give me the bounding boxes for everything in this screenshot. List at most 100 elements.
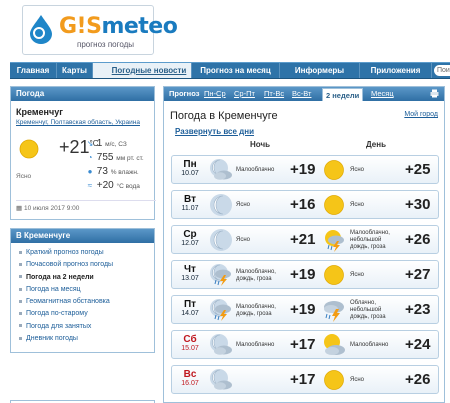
wind-stat: ↘ 1 м/с, СЗ bbox=[86, 138, 127, 149]
current-temp-value: +21 bbox=[59, 137, 90, 157]
night-temperature: +16 bbox=[290, 196, 316, 213]
humidity-stat: ● 73 % влажн. bbox=[86, 166, 139, 177]
nav-apps[interactable]: Приложения bbox=[360, 63, 432, 78]
water-unit: °С вода bbox=[116, 183, 140, 190]
page-title: Погода в Кременчуге bbox=[170, 110, 278, 122]
humidity-value: 73 bbox=[96, 166, 108, 177]
sun-icon bbox=[19, 139, 39, 159]
forecast-row[interactable]: Вс 16.07 +17 Ясно +26 bbox=[171, 365, 439, 394]
day-temperature: +27 bbox=[405, 266, 431, 283]
link-old-style[interactable]: Погода по-старому bbox=[19, 308, 154, 320]
city-links-list: Краткий прогноз погоды Почасовой прогноз… bbox=[11, 243, 154, 345]
night-condition: Малооблачно, дождь, гроза bbox=[236, 303, 276, 317]
forecast-row[interactable]: Чт 13.07 Малооблачно, дождь, гроза +19 Ясно +… bbox=[171, 260, 439, 289]
night-condition: Малооблачно bbox=[236, 167, 275, 173]
expand-all-link[interactable]: Развернуть все дни bbox=[175, 127, 254, 136]
forecast-panel: Прогноз Пн-Ср Ср-Пт Пт-Вс Вс-Вт 2 недели… bbox=[163, 86, 445, 403]
day-temperature: +26 bbox=[405, 371, 431, 388]
day-temperature: +26 bbox=[405, 231, 431, 248]
droplet-icon: ● bbox=[87, 167, 93, 176]
day-condition: Малооблачно bbox=[350, 342, 389, 348]
my-city-link[interactable]: Мой город bbox=[404, 111, 438, 118]
night-column-header: Ночь bbox=[250, 140, 271, 149]
moon-icon bbox=[210, 229, 232, 251]
forecast-row[interactable]: Сб 15.07 Малооблачно +17 Малооблачно +24 bbox=[171, 330, 439, 359]
site-logo[interactable]: G!Smeteo прогноз погоды bbox=[22, 5, 178, 55]
day-date: 15.07 bbox=[181, 345, 199, 352]
nav-weather-news[interactable]: Погодные новости bbox=[93, 63, 192, 78]
pressure-stat: ◔ 755 мм рт. ст. bbox=[86, 152, 144, 163]
forecast-tabs: Прогноз Пн-Ср Ср-Пт Пт-Вс Вс-Вт 2 недели… bbox=[164, 87, 444, 101]
water-waves-icon: ≈ bbox=[87, 181, 93, 190]
forecast-row[interactable]: Ср 12.07 Ясно +21 Малооблачно, небольшой дож… bbox=[171, 225, 439, 254]
link-hourly-forecast[interactable]: Почасовой прогноз погоды bbox=[19, 259, 154, 271]
sun-icon bbox=[324, 370, 344, 390]
sun-cloud-icon bbox=[324, 334, 345, 355]
calendar-icon: ▦ bbox=[16, 205, 23, 212]
sun-icon bbox=[324, 160, 344, 180]
nav-month-forecast[interactable]: Прогноз на месяц bbox=[192, 63, 280, 78]
tab-mon-wed[interactable]: Пн-Ср bbox=[204, 87, 226, 101]
day-condition: Малооблачно, небольшой дождь, гроза bbox=[350, 230, 390, 250]
print-icon[interactable] bbox=[430, 89, 439, 98]
day-date: 13.07 bbox=[181, 275, 199, 282]
moon-storm-icon bbox=[210, 299, 231, 321]
cloud-storm-icon bbox=[324, 301, 344, 322]
day-label: Чт 13.07 bbox=[177, 264, 203, 282]
wind-value: 1 bbox=[96, 138, 103, 149]
tab-forecast[interactable]: Прогноз bbox=[169, 87, 199, 101]
night-temperature: +19 bbox=[290, 266, 316, 283]
night-condition bbox=[236, 366, 284, 395]
search-input[interactable]: Пои bbox=[434, 65, 450, 76]
nav-maps[interactable]: Карты bbox=[57, 63, 93, 78]
nav-informers[interactable]: Информеры bbox=[280, 63, 360, 78]
night-condition: Малооблачно bbox=[236, 342, 275, 348]
tab-wed-fri[interactable]: Ср-Пт bbox=[234, 87, 255, 101]
forecast-row[interactable]: Вт 11.07 Ясно +16 Ясно +30 bbox=[171, 190, 439, 219]
day-column-header: День bbox=[366, 140, 386, 149]
humidity-unit: % влажн. bbox=[110, 169, 139, 176]
link-month[interactable]: Погода на месяц bbox=[19, 284, 154, 296]
day-temperature: +24 bbox=[405, 336, 431, 353]
day-date: 10.07 bbox=[181, 170, 199, 177]
day-temperature: +23 bbox=[405, 301, 431, 318]
link-busy[interactable]: Погода для занятых bbox=[19, 321, 154, 333]
forecast-row[interactable]: Пт 14.07 Малооблачно, дождь, гроза +19 Облач… bbox=[171, 295, 439, 324]
city-links-title: В Кременчуге bbox=[11, 229, 154, 243]
day-of-week: Пн bbox=[183, 159, 197, 170]
day-of-week: Сб bbox=[183, 334, 197, 345]
day-temperature: +30 bbox=[405, 196, 431, 213]
link-two-weeks[interactable]: Погода на 2 недели bbox=[19, 272, 154, 284]
tab-sun-tue[interactable]: Вс-Вт bbox=[292, 87, 311, 101]
link-short-forecast[interactable]: Краткий прогноз погоды bbox=[19, 247, 154, 259]
day-label: Пн 10.07 bbox=[177, 159, 203, 177]
sun-icon bbox=[324, 265, 344, 285]
day-label: Вс 16.07 bbox=[177, 369, 203, 387]
logo-subtitle: прогноз погоды bbox=[77, 40, 135, 49]
moon-cloud-icon bbox=[210, 334, 232, 355]
logo-wordmark: G!Smeteo bbox=[59, 14, 178, 39]
night-temperature: +17 bbox=[290, 371, 316, 388]
day-label: Вт 11.07 bbox=[177, 194, 203, 212]
day-label: Сб 15.07 bbox=[177, 334, 203, 352]
water-stat: ≈ +20 °С вода bbox=[86, 180, 140, 191]
link-diary[interactable]: Дневник погоды bbox=[19, 333, 154, 345]
night-condition: Малооблачно, дождь, гроза bbox=[236, 268, 276, 282]
link-geomagnetic[interactable]: Геомагнитная обстановка bbox=[19, 296, 154, 308]
pressure-value: 755 bbox=[96, 152, 114, 163]
tab-fri-sun[interactable]: Пт-Вс bbox=[264, 87, 284, 101]
day-of-week: Чт bbox=[184, 264, 196, 275]
sun-storm-icon bbox=[325, 230, 344, 252]
pressure-unit: мм рт. ст. bbox=[116, 155, 144, 162]
updated-time-value: 10 июля 2017 9:00 bbox=[23, 205, 80, 212]
day-label: Ср 12.07 bbox=[177, 229, 203, 247]
nav-home[interactable]: Главная bbox=[10, 63, 57, 78]
day-condition: Ясно bbox=[350, 272, 364, 278]
tab-month[interactable]: Месяц bbox=[371, 87, 394, 101]
forecast-row[interactable]: Пн 10.07 Малооблачно +19 Ясно +25 bbox=[171, 155, 439, 184]
city-breadcrumb[interactable]: Кременчуг, Полтавская область, Украина bbox=[16, 119, 140, 126]
site-header: G!Smeteo прогноз погоды bbox=[0, 0, 450, 62]
night-temperature: +17 bbox=[290, 336, 316, 353]
current-weather-panel: Погода Кременчуг Кременчуг, Полтавская о… bbox=[10, 86, 156, 220]
tab-two-weeks[interactable]: 2 недели bbox=[322, 88, 364, 101]
